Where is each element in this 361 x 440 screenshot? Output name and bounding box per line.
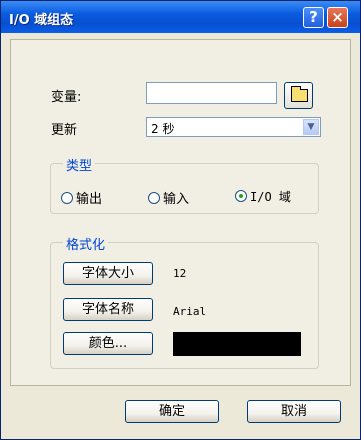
radio-input[interactable]: 输入 xyxy=(148,188,189,207)
color-swatch xyxy=(173,332,301,356)
ok-button[interactable]: 确定 xyxy=(125,400,219,423)
format-group-title: 格式化 xyxy=(63,234,109,253)
variable-label: 变量: xyxy=(51,90,82,105)
radio-output-label: 输出 xyxy=(76,192,103,207)
update-selected-value: 2 秒 xyxy=(151,122,175,136)
font-size-button[interactable]: 字体大小 xyxy=(63,262,153,285)
radio-input-label: 输入 xyxy=(163,192,190,207)
close-button[interactable]: × xyxy=(327,7,348,28)
window-title: I/O 域组态 xyxy=(9,13,74,28)
help-icon: ? xyxy=(309,8,318,26)
title-bar[interactable]: I/O 域组态 ? × xyxy=(1,1,360,33)
radio-output[interactable]: 输出 xyxy=(61,188,102,207)
radio-input-circle xyxy=(148,192,160,204)
help-button[interactable]: ? xyxy=(303,7,324,28)
color-button[interactable]: 颜色... xyxy=(63,332,153,355)
folder-icon xyxy=(291,86,308,102)
radio-io-field-circle xyxy=(235,190,247,202)
update-label: 更新 xyxy=(51,123,78,138)
font-name-button[interactable]: 字体名称 xyxy=(63,298,153,321)
font-size-value: 12 xyxy=(173,267,187,280)
radio-io-field-label: I/O 域 xyxy=(250,190,291,204)
variable-input[interactable] xyxy=(146,82,277,104)
close-icon: × xyxy=(331,8,344,26)
update-select[interactable]: 2 秒 ▼ xyxy=(146,117,321,137)
dialog-window: I/O 域组态 ? × 变量: 更新 2 秒 ▼ 类型 输出 输入 I/O 域 … xyxy=(0,0,361,440)
cancel-button[interactable]: 取消 xyxy=(247,400,341,423)
type-group-title: 类型 xyxy=(63,155,96,174)
font-name-value: Arial xyxy=(173,305,207,318)
chevron-down-icon[interactable]: ▼ xyxy=(303,119,319,135)
radio-output-circle xyxy=(61,192,73,204)
browse-variable-button[interactable] xyxy=(284,82,313,109)
radio-io-field[interactable]: I/O 域 xyxy=(235,188,291,205)
